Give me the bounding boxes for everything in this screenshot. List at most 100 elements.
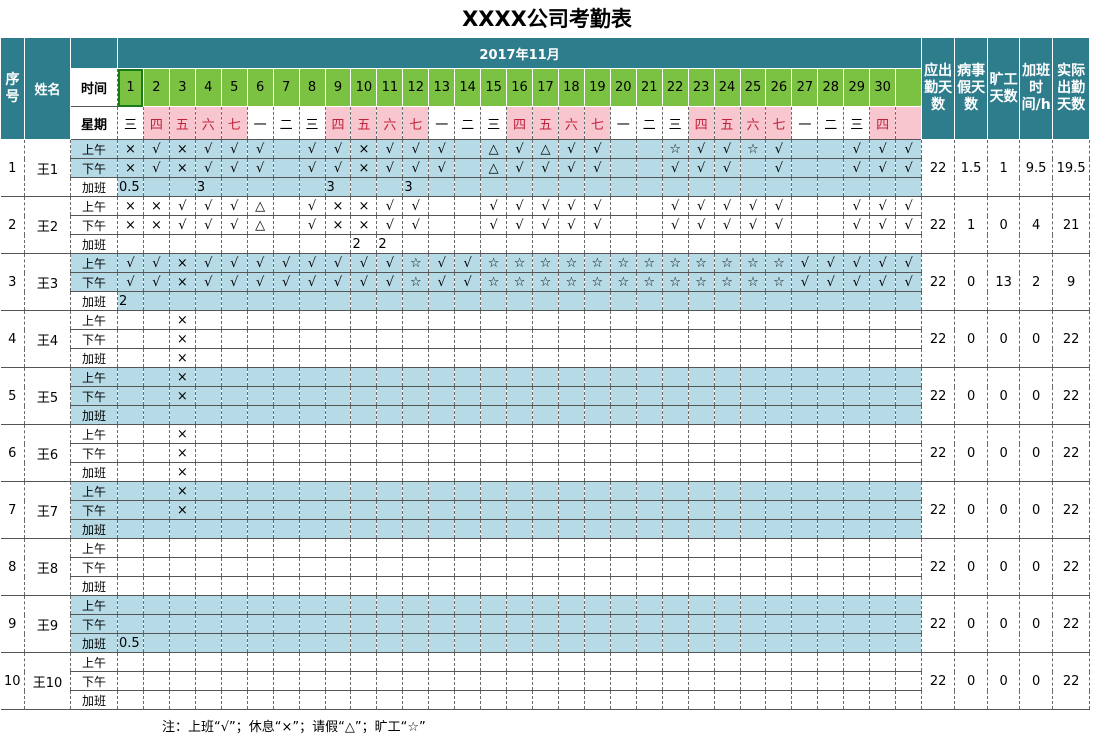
- attendance-cell[interactable]: [714, 652, 741, 672]
- attendance-cell[interactable]: [740, 291, 767, 311]
- attendance-cell[interactable]: [454, 671, 482, 691]
- row-label-ot[interactable]: 加班: [70, 633, 118, 653]
- attendance-cell[interactable]: [610, 690, 637, 710]
- attendance-cell[interactable]: [532, 595, 559, 615]
- attendance-cell[interactable]: ☆: [662, 139, 689, 159]
- attendance-cell[interactable]: [895, 557, 923, 577]
- attendance-cell[interactable]: [350, 576, 378, 596]
- attendance-cell[interactable]: [791, 367, 819, 387]
- attendance-cell[interactable]: [532, 405, 559, 425]
- attendance-cell[interactable]: √: [869, 196, 897, 216]
- attendance-cell[interactable]: [480, 329, 508, 349]
- attendance-cell[interactable]: [895, 424, 923, 444]
- employee-seq[interactable]: 10: [0, 652, 25, 710]
- row-label-am[interactable]: 上午: [70, 139, 118, 159]
- attendance-cell[interactable]: [740, 519, 767, 539]
- attendance-cell[interactable]: ☆: [740, 139, 767, 159]
- attendance-cell[interactable]: [117, 348, 144, 368]
- attendance-cell[interactable]: ×: [117, 139, 144, 159]
- attendance-cell[interactable]: [817, 462, 845, 482]
- attendance-cell[interactable]: [143, 481, 170, 501]
- weekday-cell[interactable]: 一: [610, 106, 637, 140]
- attendance-cell[interactable]: [688, 348, 715, 368]
- day-number-cell[interactable]: [895, 68, 923, 107]
- attendance-cell[interactable]: [402, 576, 430, 596]
- attendance-cell[interactable]: [558, 690, 585, 710]
- attendance-cell[interactable]: √: [247, 253, 274, 273]
- attendance-cell[interactable]: [143, 690, 170, 710]
- day-number-cell[interactable]: 2: [143, 68, 170, 107]
- attendance-cell[interactable]: [688, 671, 715, 691]
- attendance-cell[interactable]: [143, 538, 170, 558]
- attendance-cell[interactable]: [765, 348, 793, 368]
- attendance-cell[interactable]: [714, 443, 741, 463]
- attendance-cell[interactable]: [221, 177, 248, 197]
- attendance-cell[interactable]: [584, 424, 611, 444]
- attendance-cell[interactable]: [169, 652, 196, 672]
- attendance-cell[interactable]: [584, 595, 611, 615]
- attendance-cell[interactable]: [350, 424, 378, 444]
- attendance-cell[interactable]: √: [376, 158, 404, 178]
- row-label-pm[interactable]: 下午: [70, 386, 118, 406]
- attendance-cell[interactable]: [584, 652, 611, 672]
- attendance-cell[interactable]: [506, 234, 533, 254]
- attendance-cell[interactable]: [299, 614, 326, 634]
- attendance-cell[interactable]: [169, 405, 196, 425]
- attendance-cell[interactable]: [869, 462, 897, 482]
- attendance-cell[interactable]: [895, 310, 923, 330]
- attendance-cell[interactable]: [895, 576, 923, 596]
- attendance-cell[interactable]: [843, 633, 871, 653]
- attendance-cell[interactable]: [636, 557, 663, 577]
- attendance-cell[interactable]: [817, 291, 845, 311]
- stat-sick[interactable]: 1: [954, 196, 989, 254]
- attendance-cell[interactable]: [221, 424, 248, 444]
- attendance-cell[interactable]: [532, 424, 559, 444]
- attendance-cell[interactable]: √: [143, 139, 170, 159]
- stat-sick[interactable]: 0: [954, 652, 989, 710]
- attendance-cell[interactable]: [791, 196, 819, 216]
- attendance-cell[interactable]: [610, 329, 637, 349]
- employee-name[interactable]: 王7: [24, 481, 71, 539]
- attendance-cell[interactable]: [480, 177, 508, 197]
- attendance-cell[interactable]: [610, 177, 637, 197]
- weekday-cell[interactable]: 七: [584, 106, 611, 140]
- attendance-cell[interactable]: [402, 633, 430, 653]
- attendance-cell[interactable]: [221, 595, 248, 615]
- attendance-cell[interactable]: [506, 595, 533, 615]
- attendance-cell[interactable]: [325, 557, 352, 577]
- attendance-cell[interactable]: [506, 348, 533, 368]
- weekday-cell[interactable]: 四: [325, 106, 352, 140]
- attendance-cell[interactable]: [454, 158, 482, 178]
- employee-name[interactable]: 王2: [24, 196, 71, 254]
- day-number-cell[interactable]: 9: [325, 68, 352, 107]
- attendance-cell[interactable]: [480, 462, 508, 482]
- attendance-cell[interactable]: [480, 234, 508, 254]
- attendance-cell[interactable]: [117, 386, 144, 406]
- day-number-cell[interactable]: 23: [688, 68, 715, 107]
- attendance-cell[interactable]: [584, 633, 611, 653]
- attendance-cell[interactable]: ☆: [558, 272, 585, 292]
- attendance-cell[interactable]: [195, 500, 222, 520]
- attendance-cell[interactable]: √: [428, 139, 456, 159]
- attendance-cell[interactable]: [428, 462, 456, 482]
- attendance-cell[interactable]: [558, 595, 585, 615]
- attendance-cell[interactable]: [869, 367, 897, 387]
- stat-actual[interactable]: 22: [1052, 595, 1091, 653]
- attendance-cell[interactable]: [532, 367, 559, 387]
- attendance-cell[interactable]: [221, 367, 248, 387]
- attendance-cell[interactable]: [454, 652, 482, 672]
- attendance-cell[interactable]: [376, 405, 404, 425]
- attendance-cell[interactable]: [532, 329, 559, 349]
- attendance-cell[interactable]: [247, 481, 274, 501]
- attendance-cell[interactable]: [843, 177, 871, 197]
- attendance-cell[interactable]: [376, 500, 404, 520]
- attendance-cell[interactable]: [740, 443, 767, 463]
- attendance-cell[interactable]: [558, 424, 585, 444]
- attendance-cell[interactable]: [428, 671, 456, 691]
- attendance-cell[interactable]: ☆: [688, 253, 715, 273]
- attendance-cell[interactable]: [402, 500, 430, 520]
- attendance-cell[interactable]: √: [558, 158, 585, 178]
- attendance-cell[interactable]: [584, 690, 611, 710]
- attendance-cell[interactable]: [117, 557, 144, 577]
- attendance-cell[interactable]: [350, 538, 378, 558]
